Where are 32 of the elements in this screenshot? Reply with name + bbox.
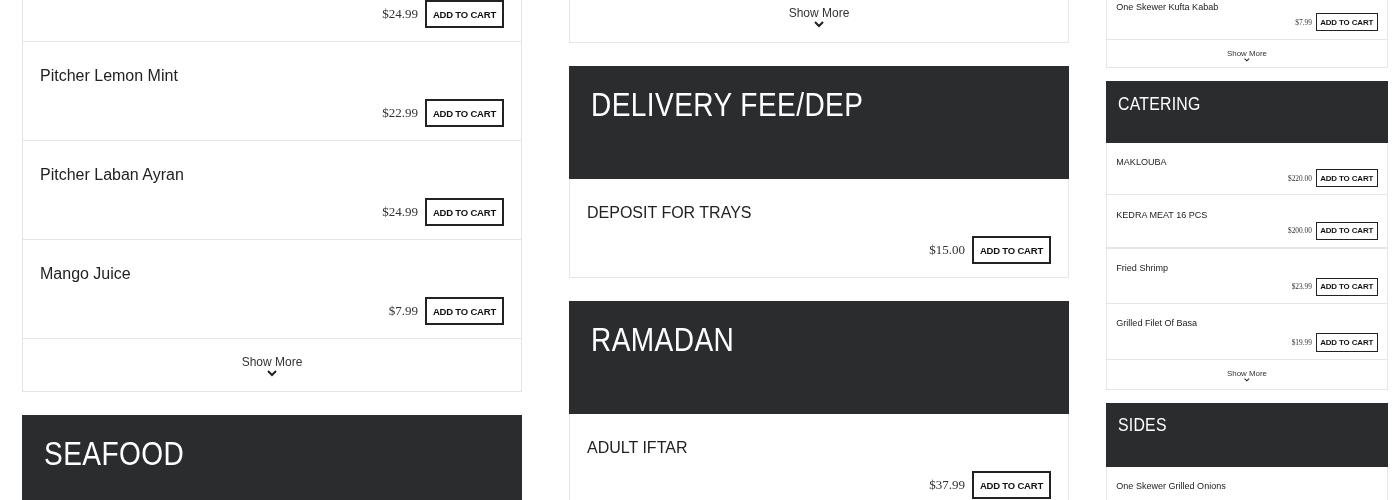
item-name: MAKLOUBA	[1116, 156, 1167, 167]
item-name: Fried Shrimp	[1116, 263, 1168, 274]
item-name: Mango Juice	[40, 265, 131, 283]
item-price: $22.99	[382, 105, 418, 121]
add-to-cart-button[interactable]: ADD TO CART	[424, 297, 504, 325]
item-name: One Skewer Kufta Kabab	[1116, 2, 1219, 13]
show-more-link[interactable]: Show More	[788, 6, 850, 20]
chevron-down-icon	[267, 370, 277, 377]
item-name: Pitcher Laban Ayran	[40, 166, 184, 184]
category-title: RAMADAN	[591, 321, 735, 359]
add-to-cart-button[interactable]: ADD TO CART	[971, 236, 1051, 264]
add-to-cart-button[interactable]: ADD TO CART	[971, 471, 1051, 499]
item-name: Pitcher Lemon Mint	[40, 67, 178, 85]
add-to-cart-button[interactable]: ADD TO CART	[424, 198, 504, 226]
add-to-cart-button[interactable]: ADD TO CART	[424, 99, 504, 127]
category-title: DELIVERY FEE/DEP	[591, 86, 864, 124]
category-title: CATERING	[1118, 92, 1201, 115]
item-name: One Skewer Grilled Onions	[1116, 480, 1226, 491]
item-name: ADULT IFTAR	[587, 439, 688, 457]
item-price: $24.99	[382, 204, 418, 220]
item-price: $7.99	[388, 303, 418, 319]
item-price: $24.99	[382, 6, 418, 22]
chevron-down-icon	[814, 21, 824, 28]
show-more-link[interactable]: Show More	[241, 355, 303, 369]
add-to-cart-button[interactable]: ADD TO CART	[424, 0, 504, 28]
item-name: DEPOSIT FOR TRAYS	[587, 204, 752, 222]
item-name: Grilled Filet Of Basa	[1116, 318, 1198, 329]
category-title: SIDES	[1118, 414, 1167, 437]
item-name: KEDRA MEAT 16 PCS	[1116, 209, 1208, 220]
item-price: $37.99	[929, 477, 965, 493]
item-price: $15.00	[929, 242, 965, 258]
category-title: SEAFOOD	[44, 435, 185, 473]
